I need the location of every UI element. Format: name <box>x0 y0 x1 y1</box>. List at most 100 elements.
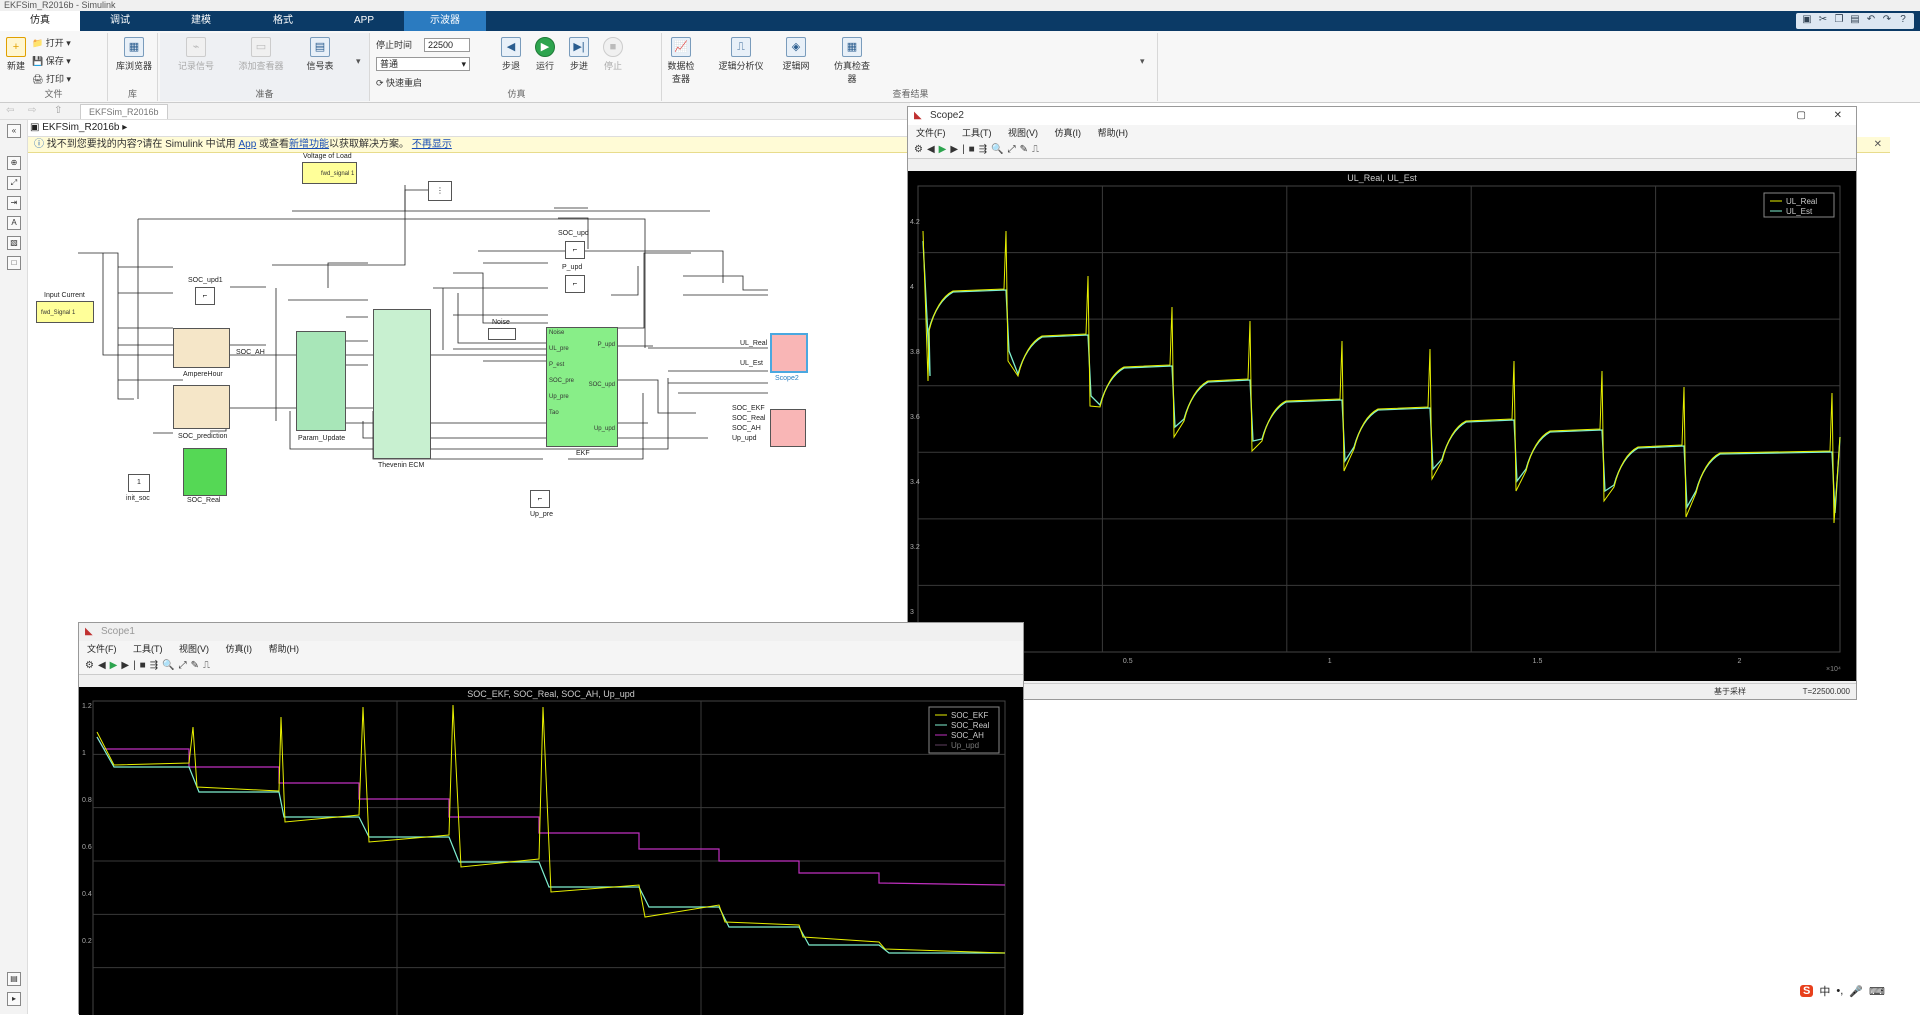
menu-simulation[interactable]: 仿真(I) <box>1055 128 1082 138</box>
model-canvas[interactable]: Voltage of Load fwd_signal 1 ⋮ SOC_upd ⌐… <box>28 153 908 623</box>
menu-tools[interactable]: 工具(T) <box>133 644 163 654</box>
area-icon[interactable]: □ <box>7 256 21 270</box>
tab-format[interactable]: 格式 <box>242 11 324 31</box>
tab-simulation[interactable]: 仿真 <box>0 11 80 31</box>
ime-tray[interactable]: S 中 •, 🎤 ⌨ <box>1800 980 1890 1002</box>
menu-help[interactable]: 帮助(H) <box>1098 128 1129 138</box>
save-button[interactable]: 💾 保存 ▾ <box>32 53 71 69</box>
measure-icon[interactable]: ⎍ <box>1032 144 1043 155</box>
info-link-new-features[interactable]: 新增功能 <box>289 139 329 150</box>
forward-arrow-icon[interactable]: ⇨ <box>28 105 36 116</box>
scope1-block[interactable] <box>770 409 806 447</box>
cut-icon[interactable]: ✂ <box>1816 13 1830 27</box>
menu-tools[interactable]: 工具(T) <box>962 128 992 138</box>
tab-debug[interactable]: 调试 <box>80 11 160 31</box>
up-pre-goto[interactable]: ⌐ <box>530 490 550 508</box>
tab-apps[interactable]: APP <box>324 11 404 31</box>
soc-upd-goto[interactable]: ⌐ <box>565 241 585 259</box>
breadcrumb[interactable]: ▣ EKFSim_R2016b ▸ <box>30 122 127 133</box>
autoscale-icon[interactable]: ⤢ <box>1008 144 1020 155</box>
help-icon[interactable]: ? <box>1896 13 1910 27</box>
copy-icon[interactable]: ❐ <box>1832 13 1846 27</box>
settings-icon[interactable]: ⚙ <box>914 144 927 155</box>
thevenin-ecm-block[interactable] <box>373 309 431 459</box>
highlight-icon[interactable]: ⇶ <box>979 144 991 155</box>
step-forward-icon[interactable]: ▶| <box>121 660 139 671</box>
prepare-expand-icon[interactable]: ▾ <box>356 53 361 69</box>
paste-icon[interactable]: ▤ <box>1848 13 1862 27</box>
logic-analyzer-button[interactable]: ⎍ 逻辑分析仪 <box>716 37 766 72</box>
step-back-icon[interactable]: ◀ <box>98 660 110 671</box>
logic-net-button[interactable]: ◈ 逻辑网 <box>776 37 816 72</box>
menu-help[interactable]: 帮助(H) <box>269 644 300 654</box>
ekf-block[interactable]: Noise UL_pre P_est SOC_pre Up_pre Tao P_… <box>546 327 618 447</box>
scope1-plot-area[interactable]: SOC_EKF, SOC_Real, SOC_AH, Up_upd 1.2 1 0.… <box>79 687 1023 1018</box>
menu-view[interactable]: 视图(V) <box>179 644 209 654</box>
image-icon[interactable]: ▧ <box>7 236 21 250</box>
soc-real-block[interactable] <box>183 448 227 496</box>
run-button[interactable]: ▶ 运行 <box>532 37 558 72</box>
step-back-button[interactable]: ◀ 步退 <box>498 37 524 72</box>
zoom-icon[interactable]: 🔍 <box>162 660 178 671</box>
sim-mode-select[interactable]: 普通 ▾ <box>376 57 470 71</box>
init-soc-block[interactable]: 1 <box>128 474 150 492</box>
add-viewer-button[interactable]: ▭ 添加查看器 <box>234 37 288 72</box>
annotation-icon[interactable]: A <box>7 216 21 230</box>
info-link-app[interactable]: App <box>238 139 256 150</box>
stop-icon[interactable]: ■ <box>969 144 979 155</box>
close-icon[interactable]: ✕ <box>1874 137 1882 153</box>
display-block[interactable]: ⋮ <box>428 181 452 201</box>
measure-icon[interactable]: ⎍ <box>203 660 214 671</box>
scope2-block[interactable] <box>770 333 808 373</box>
noise-block[interactable] <box>488 328 516 340</box>
properties-icon[interactable]: ▤ <box>7 972 21 986</box>
play-icon[interactable]: ▶ <box>110 660 122 671</box>
step-back-icon[interactable]: ◀ <box>927 144 939 155</box>
back-arrow-icon[interactable]: ⇦ <box>6 105 14 116</box>
zoom-icon[interactable]: ⊕ <box>7 156 21 170</box>
save-icon[interactable]: ▣ <box>1800 13 1814 27</box>
settings-icon[interactable]: ⚙ <box>85 660 98 671</box>
tab-scope-tools[interactable]: 示波器 <box>404 11 486 31</box>
step-forward-icon[interactable]: ▶| <box>950 144 968 155</box>
fit-view-icon[interactable]: ⤢ <box>7 176 21 190</box>
menu-file[interactable]: 文件(F) <box>916 128 946 138</box>
new-button[interactable]: + 新建 <box>4 37 28 72</box>
autoscale-icon[interactable]: ⤢ <box>179 660 191 671</box>
menu-file[interactable]: 文件(F) <box>87 644 117 654</box>
stop-icon[interactable]: ■ <box>140 660 150 671</box>
up-arrow-icon[interactable]: ⇧ <box>54 105 62 116</box>
data-inspector-button[interactable]: 📈 数据检查器 <box>664 37 698 85</box>
p-upd-goto[interactable]: ⌐ <box>565 275 585 293</box>
stop-button[interactable]: ■ 停止 <box>600 37 626 72</box>
signal-table-button[interactable]: ▤ 信号表 <box>300 37 340 72</box>
input-current-block[interactable]: fwd_Signal 1 <box>36 301 94 323</box>
tab-modeling[interactable]: 建模 <box>160 11 242 31</box>
cursor-icon[interactable]: ✎ <box>191 660 203 671</box>
review-expand-icon[interactable]: ▾ <box>1140 53 1145 69</box>
menu-simulation[interactable]: 仿真(I) <box>226 644 253 654</box>
stop-time-input[interactable]: 22500 <box>424 38 470 52</box>
highlight-icon[interactable]: ⇶ <box>150 660 162 671</box>
soc-prediction-block[interactable] <box>173 385 230 429</box>
model-settings-icon[interactable]: ▸ <box>7 992 21 1006</box>
menu-view[interactable]: 视图(V) <box>1008 128 1038 138</box>
model-tab[interactable]: EKFSim_R2016b <box>80 104 168 119</box>
param-update-block[interactable] <box>296 331 346 431</box>
open-button[interactable]: 📁 打开 ▾ <box>32 35 71 51</box>
zoom-icon[interactable]: 🔍 <box>991 144 1007 155</box>
library-browser-button[interactable]: ▦ 库浏览器 <box>114 37 154 72</box>
undo-icon[interactable]: ↶ <box>1864 13 1878 27</box>
hide-browser-icon[interactable]: « <box>7 124 21 138</box>
maximize-icon[interactable]: ▢ <box>1797 107 1806 125</box>
step-forward-button[interactable]: ▶| 步进 <box>566 37 592 72</box>
log-signals-button[interactable]: ⌁ 记录信号 <box>174 37 218 72</box>
scope2-plot-area[interactable]: UL_Real, UL_Est 4.243.83.63.43.2300.511.… <box>908 171 1856 681</box>
sim-inspector-button[interactable]: ▦ 仿真检查器 <box>832 37 872 85</box>
arrow-icon[interactable]: ⇥ <box>7 196 21 210</box>
voltage-load-block[interactable]: fwd_signal 1 <box>302 162 357 184</box>
print-button[interactable]: 🖨 打印 ▾ <box>32 71 71 87</box>
ampere-hour-block[interactable] <box>173 328 230 368</box>
soc-upd1-from[interactable]: ⌐ <box>195 287 215 305</box>
redo-icon[interactable]: ↷ <box>1880 13 1894 27</box>
